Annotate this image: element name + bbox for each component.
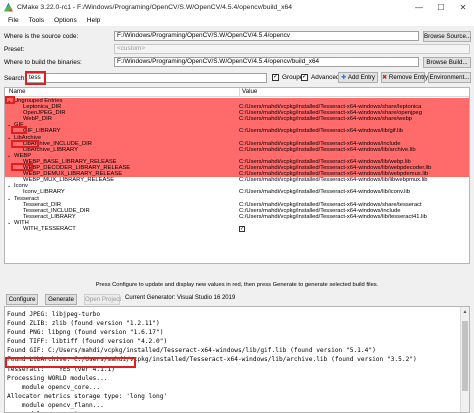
configure-button[interactable]: Configure [6,294,38,305]
highlight-webp [11,163,33,171]
open-project-button[interactable]: Open Project [84,294,121,305]
output-line: module opencv_core... [7,383,101,391]
title-bar: CMake 3.22.0-rc1 - F:/Windows/Programing… [0,0,474,14]
highlight-ungrouped [5,96,15,104]
tree-header: Name Value [5,88,469,97]
tesseract-found-highlight-box [5,357,136,368]
menu-options[interactable]: Options [49,17,82,24]
browse-source-button[interactable]: Browse Source... [423,31,471,42]
window-title: CMake 3.22.0-rc1 - F:/Windows/Programing… [17,3,293,11]
output-line: Found TIFF: libtiff (found version "4.2.… [7,338,168,346]
output-scrollbar[interactable]: ▲ [460,307,469,412]
advanced-label: Advanced [311,74,340,81]
tree-rows: ⌄ Ungrouped Entries Leptonica_DIR C:/Users/… [5,98,469,232]
status-message: Press Configure to update and display ne… [95,282,379,288]
source-label: Where is the source code: [4,33,79,40]
browse-build-button[interactable]: Browse Build... [423,57,471,68]
remove-entry-label: Remove Entry [388,74,429,81]
highlight-libarchive [11,140,39,148]
environment-button[interactable]: Environment... [428,72,471,83]
search-input[interactable]: tess [26,73,267,83]
maximize-button[interactable]: ☐ [430,0,452,14]
source-path-input[interactable]: F:/Windows/Programing/OpenCV/S.W/OpenCV/… [114,31,419,41]
highlight-gif [11,126,27,134]
menu-bar: File Tools Options Help [0,14,474,26]
output-line: module opencv_flann... [7,401,104,409]
action-bar: Configure Generate Open Project Current … [0,292,474,306]
build-label: Where to build the binaries: [4,59,82,66]
menu-tools[interactable]: Tools [24,17,49,24]
grouped-checkbox[interactable]: ✓ [272,74,279,81]
build-path-input[interactable]: F:/Windows/Programing/OpenCV/S.W/OpenCV/… [114,57,419,67]
tree-row-name: WITH_TESSERACT [23,225,76,232]
remove-entry-button[interactable]: ✖ Remove Entry [381,72,429,83]
plus-icon: ✚ [340,74,348,81]
value-column-header[interactable]: Value [239,88,257,97]
output-line: Found PNG: libpng (found version "1.6.17… [7,329,164,337]
close-button[interactable]: ✕ [452,0,474,14]
window-controls: — ☐ ✕ [408,0,474,14]
search-highlight-box [25,71,46,85]
output-line: Found JPEG: libjpeg-turbo [7,311,101,318]
output-line: Processing WORLD modules... [7,374,108,382]
current-generator-label: Current Generator: Visual Studio 16 2019 [125,295,236,301]
output-line: Found GIF: C:/Users/mahdi/vcpkg/installe… [7,347,376,355]
output-line: Found ZLIB: zlib (found version "1.2.11"… [7,320,160,328]
menu-help[interactable]: Help [82,17,106,24]
generate-button[interactable]: Generate [45,294,77,305]
output-line: Allocator metrics storage type: 'long lo… [7,392,168,400]
scroll-thumb[interactable] [462,321,468,391]
minimize-button[interactable]: — [408,0,430,14]
preset-select[interactable]: <custom> [114,44,470,54]
add-entry-label: Add Entry [347,74,376,81]
search-label: Search: [4,75,27,82]
scroll-up-arrow-icon[interactable]: ▲ [461,309,469,317]
tree-entry-row[interactable]: WITH_TESSERACT ✓ [5,225,469,232]
remove-x-icon: ✖ [382,74,389,81]
advanced-checkbox[interactable]: ✓ [301,74,308,81]
add-entry-button[interactable]: ✚ Add Entry [338,72,378,83]
menu-file[interactable]: File [3,17,24,24]
preset-label: Preset: [4,46,25,53]
cache-tree[interactable]: Name Value ⌄ Ungrouped Entries Leptonica_D… [4,87,470,264]
cmake-logo-icon [4,2,13,12]
name-column-header[interactable]: Name [9,88,26,96]
with-tesseract-checkbox[interactable]: ✓ [239,225,245,232]
